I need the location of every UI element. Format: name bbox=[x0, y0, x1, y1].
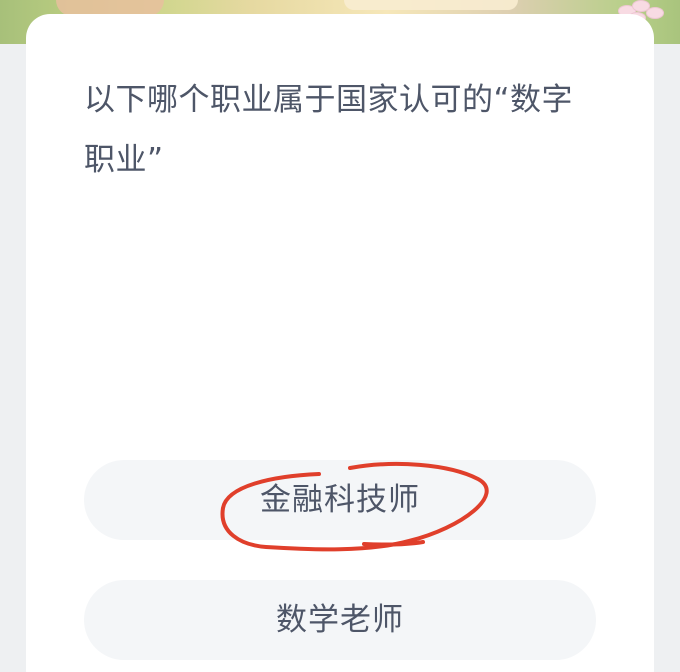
answer-option-1[interactable]: 金融科技师 bbox=[84, 460, 596, 540]
answer-option-1-label: 金融科技师 bbox=[260, 482, 420, 518]
quiz-screen: 以下哪个职业属于国家认可的“数字职业” 金融科技师 数学老师 bbox=[0, 0, 680, 672]
question-card: 以下哪个职业属于国家认可的“数字职业” 金融科技师 数学老师 bbox=[26, 14, 654, 672]
answer-option-2-label: 数学老师 bbox=[276, 602, 404, 638]
red-circle-tail bbox=[362, 540, 425, 547]
question-text: 以下哪个职业属于国家认可的“数字职业” bbox=[84, 82, 574, 178]
banner-shape-mid bbox=[344, 0, 518, 10]
answer-option-2[interactable]: 数学老师 bbox=[84, 580, 596, 660]
